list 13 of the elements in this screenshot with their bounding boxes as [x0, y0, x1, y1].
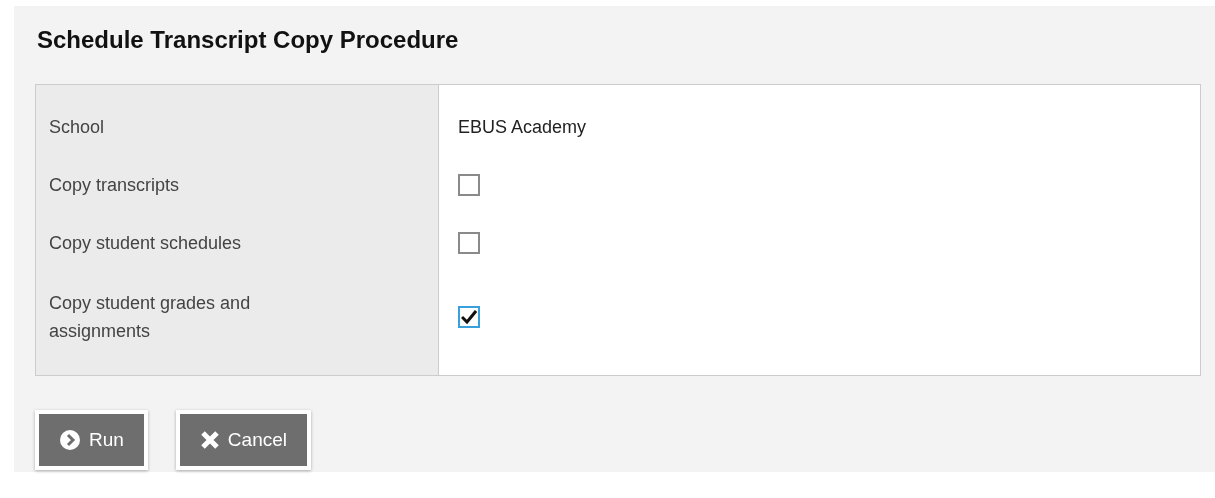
checkbox[interactable]: [458, 232, 480, 254]
field-value: EBUS Academy: [458, 116, 587, 138]
field-label: Copy student grades and assignments: [49, 292, 252, 343]
cancel-button[interactable]: Cancel: [175, 410, 311, 470]
field-label: Copy transcripts: [49, 174, 180, 197]
close-icon: [199, 430, 220, 450]
page-title: Schedule Transcript Copy Procedure: [37, 26, 460, 54]
chevron-circle-icon: [59, 429, 81, 451]
run-button[interactable]: Run: [35, 410, 148, 470]
checkbox[interactable]: [458, 306, 480, 328]
field-label: School: [49, 116, 105, 139]
checkbox[interactable]: [458, 174, 480, 196]
field-label: Copy student schedules: [49, 232, 242, 255]
